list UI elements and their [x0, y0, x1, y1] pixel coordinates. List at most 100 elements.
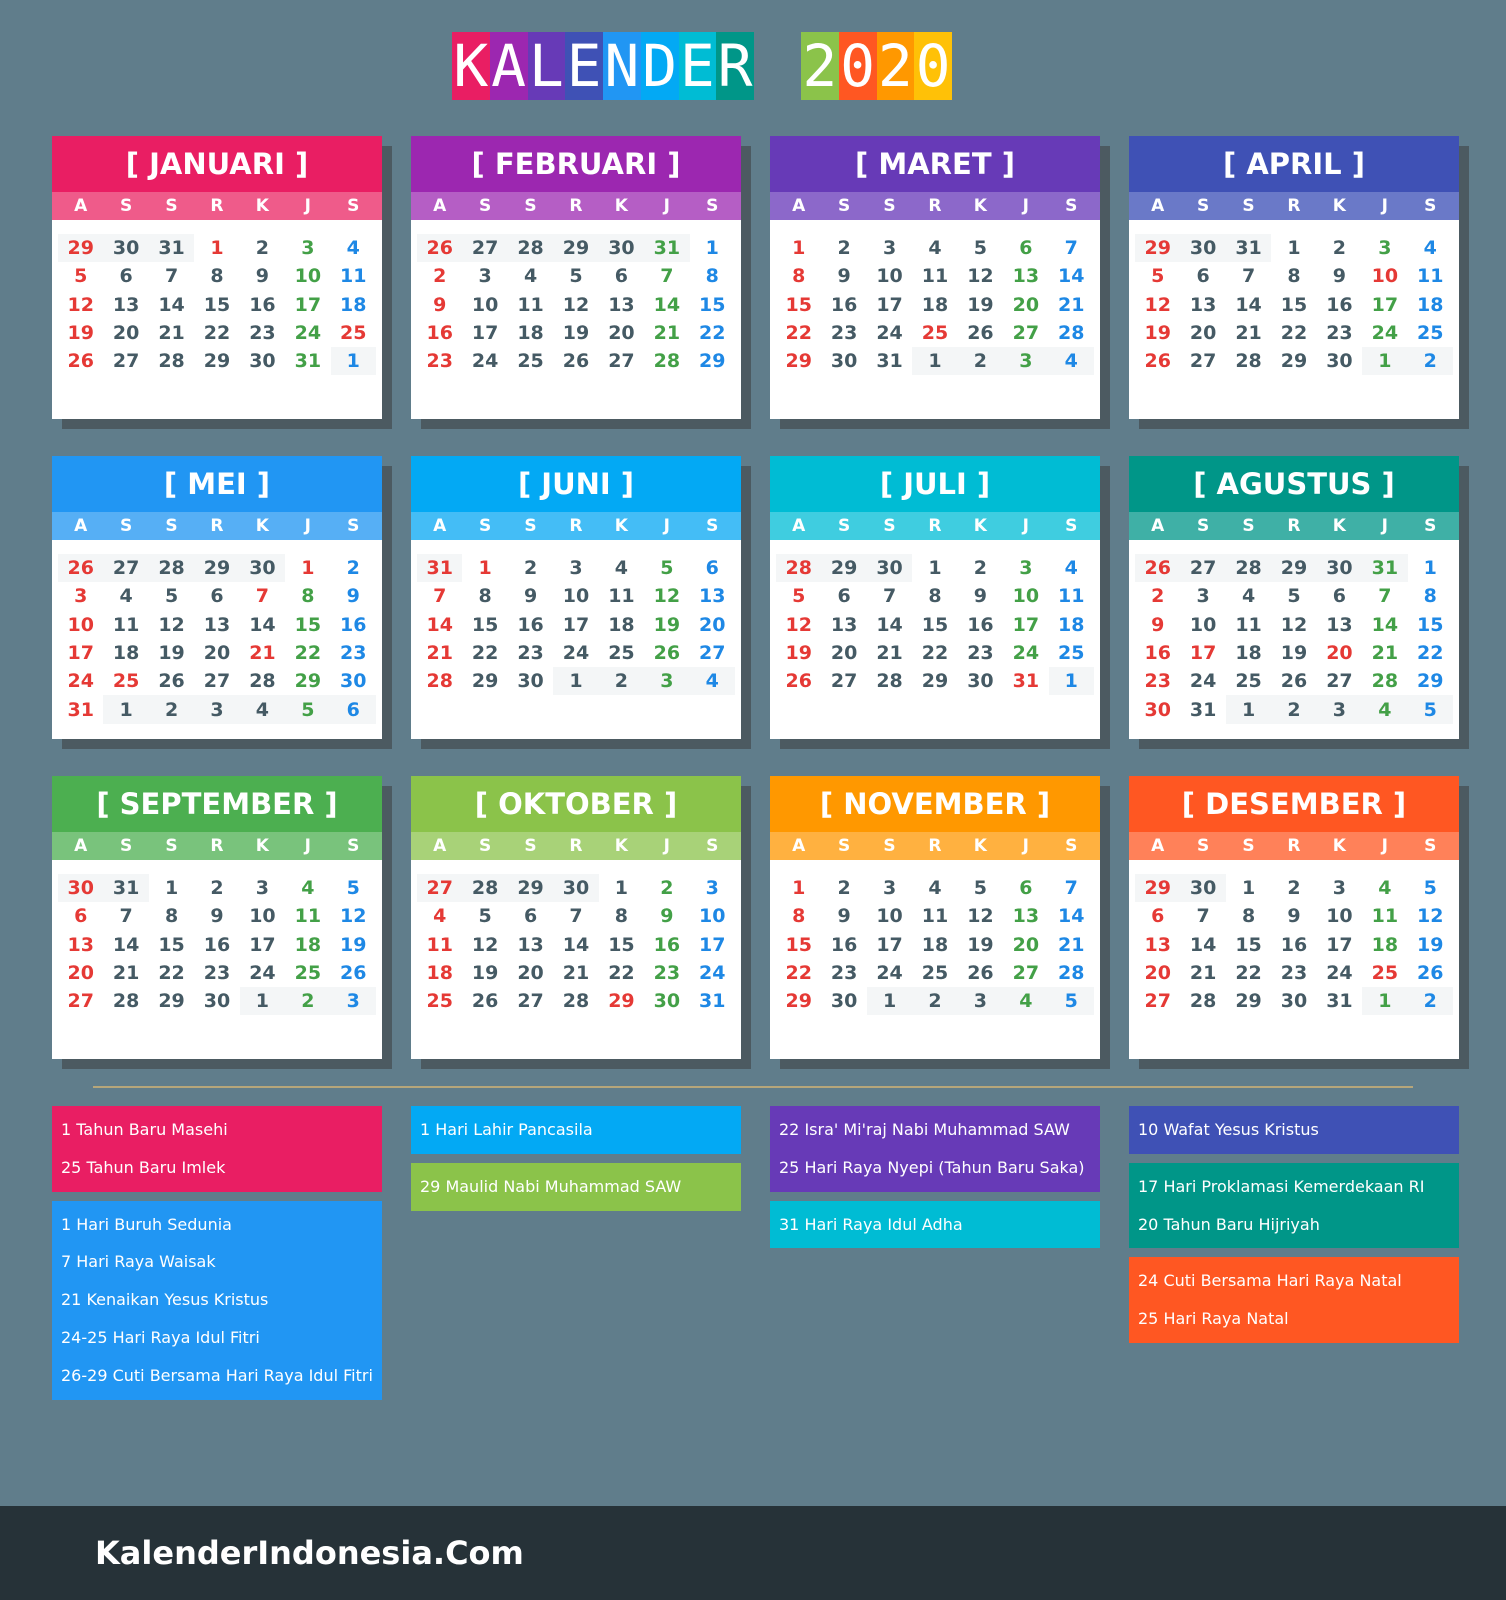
day-cell-adjacent-month: 31 [148, 234, 195, 263]
day-cell: 24 [1371, 322, 1399, 345]
day-cell: 7 [1378, 585, 1392, 608]
day-cell: 19 [785, 642, 812, 665]
weekday-label: K [255, 196, 269, 216]
holiday-entry: 26-29 Cuti Bersama Hari Raya Idul Fitri [61, 1365, 373, 1385]
month-calendar: [ NOVEMBER ] A S S R K J S 1 2 3 4 5 6 7 8 9 10 11 12 13 14 15… [770, 776, 1110, 1069]
day-cell: 30 [1144, 698, 1171, 721]
day-cell: 17 [876, 933, 903, 956]
month-name: [ AGUSTUS ] [1129, 456, 1459, 512]
day-cell: 2 [433, 265, 447, 288]
weekday-label: S [1424, 836, 1437, 856]
holiday-entry: 25 Hari Raya Nyepi (Tahun Baru Saka) [779, 1157, 1085, 1177]
day-cell: 9 [523, 585, 538, 608]
day-cell: 29 [1280, 350, 1308, 373]
day-cell: 18 [294, 933, 322, 956]
weekday-label: K [614, 516, 628, 536]
weekday-label: A [74, 196, 88, 216]
day-cell: 4 [614, 557, 629, 580]
day-cell: 10 [699, 905, 726, 928]
day-cell: 27 [608, 350, 635, 373]
day-cell: 7 [882, 585, 897, 608]
day-cell: 10 [67, 613, 94, 636]
weekday-label: K [973, 516, 987, 536]
day-cell: 19 [67, 322, 94, 345]
day-cell: 22 [1280, 322, 1308, 345]
day-cell: 30 [967, 670, 994, 693]
day-cell: 7 [164, 265, 179, 288]
day-cell: 3 [74, 585, 88, 608]
day-cell: 13 [1144, 933, 1171, 956]
month-name: [ NOVEMBER ] [770, 776, 1100, 832]
day-cell: 16 [653, 933, 681, 956]
day-cell: 8 [614, 905, 629, 928]
day-cell: 11 [921, 905, 949, 928]
month-card: [ MARET ] A S S R K J S 1 2 3 4 5 6 7 8 9 10 11 12 13 14 15 16 1… [770, 136, 1100, 419]
day-cell: 21 [1235, 322, 1262, 345]
days-grid: 29 30 1 2 3 4 5 6 7 8 9 10 11 12 13 14 15 16 17 18 19 20 21 22 2… [1129, 860, 1459, 1016]
day-cell: 1 [301, 557, 315, 580]
day-cell: 28 [249, 670, 276, 693]
day-cell: 18 [921, 293, 949, 316]
day-cell: 6 [1019, 237, 1033, 260]
day-cell: 1 [478, 557, 492, 580]
weekday-label: S [524, 196, 537, 216]
day-cell: 20 [1189, 322, 1217, 345]
day-cell: 23 [426, 350, 453, 373]
day-cell: 13 [1012, 905, 1040, 928]
day-cell: 2 [837, 237, 851, 260]
day-cell: 15 [921, 613, 949, 636]
holiday-group: 1 Hari Lahir Pancasila [411, 1106, 741, 1154]
day-cell: 11 [340, 265, 367, 288]
day-cell: 27 [1189, 350, 1217, 373]
day-cell: 18 [112, 642, 140, 665]
day-cell: 19 [1280, 642, 1308, 665]
day-cell: 13 [1326, 613, 1353, 636]
day-cell: 19 [158, 642, 185, 665]
weekday-label: S [1197, 196, 1210, 216]
day-cell: 27 [1012, 322, 1040, 345]
day-cell-adjacent-month: 5 [1407, 695, 1453, 724]
day-cell: 9 [1332, 265, 1347, 288]
day-cell: 18 [426, 962, 453, 985]
holiday-entry: 10 Wafat Yesus Kristus [1138, 1120, 1319, 1139]
day-cell: 2 [973, 557, 988, 580]
day-cell: 21 [426, 642, 453, 665]
day-cell: 6 [1196, 265, 1210, 288]
day-cell-adjacent-month: 2 [148, 695, 195, 724]
days-grid: 26 27 28 29 30 1 2 3 4 5 6 7 8 9 10 11 12 13 14 15 16 17 18 19 2… [52, 540, 382, 724]
day-cell-adjacent-month: 1 [912, 347, 958, 376]
day-cell: 8 [301, 585, 315, 608]
holiday-group: 1 Tahun Baru Masehi 25 Tahun Baru Imlek [52, 1106, 382, 1192]
weekday-header: ASSRKJS [1129, 832, 1459, 860]
day-cell: 1 [705, 237, 719, 260]
day-cell: 29 [203, 350, 231, 373]
day-cell: 2 [346, 557, 360, 580]
day-cell: 4 [433, 905, 447, 928]
day-cell: 9 [1151, 613, 1165, 636]
day-cell: 5 [1151, 265, 1165, 288]
month-name: [ SEPTEMBER ] [52, 776, 382, 832]
day-cell: 19 [967, 293, 994, 316]
weekday-label: A [792, 196, 806, 216]
weekday-label: R [928, 196, 942, 216]
day-cell: 17 [294, 293, 322, 316]
day-cell: 5 [660, 557, 674, 580]
weekday-label: J [1022, 516, 1029, 536]
day-cell: 5 [74, 265, 88, 288]
day-cell-adjacent-month: 27 [417, 874, 463, 903]
weekday-label: A [1151, 196, 1165, 216]
holiday-entry: 1 Hari Buruh Sedunia [61, 1214, 232, 1234]
day-cell: 10 [249, 905, 276, 928]
weekday-label: K [614, 836, 628, 856]
title-letter: D [640, 32, 679, 100]
day-cell: 19 [471, 962, 499, 985]
holiday-entry: 29 Maulid Nabi Muhammad SAW [420, 1176, 682, 1196]
day-cell: 25 [1417, 322, 1444, 345]
day-cell-adjacent-month: 2 [1407, 987, 1453, 1016]
day-cell: 27 [830, 670, 858, 693]
day-cell: 15 [785, 293, 812, 316]
day-cell: 31 [1326, 990, 1353, 1013]
day-cell: 4 [346, 237, 360, 260]
day-cell: 31 [1012, 670, 1040, 693]
title-letter: E [565, 32, 603, 100]
